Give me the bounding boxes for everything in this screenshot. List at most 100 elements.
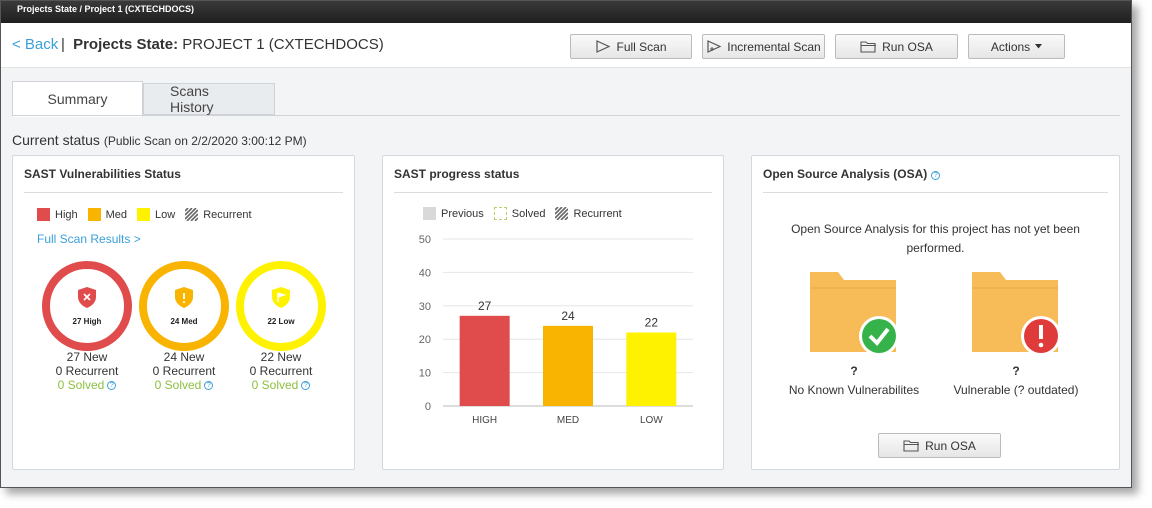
- help-icon[interactable]: ?: [107, 381, 117, 391]
- actions-label: Actions: [990, 39, 1031, 54]
- x-tick-label: HIGH: [472, 415, 497, 426]
- med-severity-ring: 24 Med: [139, 261, 229, 351]
- low-recurrent-count: 0 Recurrent: [249, 364, 313, 378]
- y-tick-label: 20: [419, 334, 431, 346]
- severity-legend: High Med Low Recurrent: [37, 208, 256, 221]
- shield-flag-icon: [272, 287, 290, 308]
- legend-high: High: [37, 208, 78, 221]
- med-solved-label: 0 Solved: [154, 378, 202, 392]
- high-solved-label: 0 Solved: [57, 378, 105, 392]
- back-link[interactable]: < Back: [12, 36, 58, 53]
- vulnerable-label: Vulnerable (? outdated): [953, 383, 1079, 397]
- sast-status-panel: SAST Vulnerabilities Status High Med Low: [12, 155, 355, 470]
- y-tick-label: 50: [419, 234, 431, 246]
- y-tick-label: 10: [419, 368, 431, 380]
- panel-divider: [394, 192, 712, 193]
- med-recurrent-count: 0 Recurrent: [152, 364, 216, 378]
- legend-recurrent-label: Recurrent: [203, 208, 252, 221]
- osa-title-label: Open Source Analysis (OSA): [763, 167, 928, 181]
- tab-scans-history[interactable]: Scans History: [143, 83, 275, 115]
- osa-title: Open Source Analysis (OSA)?: [763, 167, 941, 181]
- info-icon[interactable]: ?: [931, 171, 941, 180]
- folder-check-icon: [810, 272, 899, 356]
- low-severity-ring: 22 Low: [236, 261, 326, 351]
- data-label: 22: [645, 316, 659, 330]
- bar-med: [543, 325, 593, 406]
- current-status: Current status (Public Scan on 2/2/2020 …: [12, 132, 307, 148]
- full-scan-button[interactable]: Full Scan: [570, 34, 692, 59]
- window-title: Projects State / Project 1 (CXTECHDOCS): [17, 4, 195, 14]
- actions-dropdown[interactable]: Actions: [968, 34, 1065, 59]
- low-counts: 22 New 0 Recurrent 0 Solved?: [236, 350, 326, 392]
- legend-solved-label: Solved: [511, 207, 546, 220]
- osa-run-button[interactable]: Run OSA: [878, 433, 1001, 458]
- tab-summary[interactable]: Summary: [12, 81, 143, 117]
- page-title: | Projects State: PROJECT 1 (CXTECHDOCS): [61, 36, 384, 53]
- legend-solved-swatch: [493, 207, 507, 220]
- legend-low: Low: [137, 208, 175, 221]
- main-content: Summary Scans History Current status (Pu…: [1, 68, 1131, 487]
- legend-high-label: High: [55, 208, 78, 221]
- vulnerable-value: ?: [1012, 364, 1020, 378]
- incremental-play-icon: [707, 40, 722, 53]
- play-icon: [596, 40, 611, 53]
- legend-med: Med: [87, 208, 128, 221]
- folder-icon: [903, 440, 920, 452]
- legend-solved: Solved: [493, 207, 546, 220]
- legend-recurrent: Recurrent: [185, 208, 252, 221]
- med-new-count: 24 New: [163, 350, 205, 364]
- osa-panel: Open Source Analysis (OSA)? Open Source …: [751, 155, 1120, 470]
- high-new-count: 27 New: [66, 350, 108, 364]
- status-detail: (Public Scan on 2/2/2020 3:00:12 PM): [103, 134, 307, 148]
- status-label: Current status: [12, 132, 100, 148]
- panel-divider: [24, 192, 343, 193]
- folder-icon: [860, 41, 877, 53]
- legend-previous: Previous: [423, 207, 484, 220]
- striped-icon: [555, 207, 569, 220]
- sast-progress-panel: SAST progress status Previous Solved Rec…: [382, 155, 724, 470]
- data-label: 27: [478, 299, 492, 313]
- osa-message: Open Source Analysis for this project ha…: [791, 222, 1080, 255]
- osa-run-label: Run OSA: [925, 438, 976, 453]
- title-prefix: Projects State:: [73, 36, 179, 53]
- full-scan-results-link[interactable]: Full Scan Results >: [37, 232, 141, 246]
- no-known-label: No Known Vulnerabilites: [788, 383, 920, 397]
- panel-divider: [763, 192, 1108, 193]
- y-tick-label: 0: [425, 401, 431, 413]
- incremental-scan-button[interactable]: Incremental Scan: [702, 34, 825, 59]
- low-solved-count: 0 Solved?: [236, 378, 326, 392]
- sast-status-title: SAST Vulnerabilities Status: [24, 167, 181, 181]
- legend-recurrent-label: Recurrent: [573, 207, 622, 220]
- folder-alert-icon: [972, 272, 1061, 356]
- high-ring-label: 27 High: [72, 317, 102, 326]
- run-osa-label: Run OSA: [882, 39, 933, 54]
- caret-down-icon: [1035, 44, 1043, 49]
- low-solved-label: 0 Solved: [251, 378, 299, 392]
- shield-x-icon: [78, 287, 96, 308]
- tab-scans-history-label: Scans History: [170, 83, 214, 115]
- data-label: 24: [561, 309, 575, 323]
- tab-bar: Summary Scans History: [12, 81, 275, 117]
- low-new-count: 22 New: [260, 350, 302, 364]
- legend-previous-label: Previous: [441, 207, 484, 220]
- x-tick-label: MED: [557, 415, 579, 426]
- legend-high-swatch: [37, 208, 50, 221]
- shield-exclamation-icon: [175, 287, 193, 308]
- legend-med-label: Med: [105, 208, 128, 221]
- run-osa-button[interactable]: Run OSA: [835, 34, 958, 59]
- help-icon[interactable]: ?: [301, 381, 311, 391]
- tab-divider: [12, 115, 1120, 116]
- legend-med-swatch: [87, 208, 101, 221]
- legend-previous-swatch: [423, 207, 436, 220]
- legend-recurrent: Recurrent: [555, 207, 622, 220]
- tab-summary-label: Summary: [47, 91, 108, 107]
- high-severity-ring: 27 High: [42, 261, 132, 351]
- project-name: PROJECT 1 (CXTECHDOCS): [182, 36, 384, 53]
- low-ring-label: 22 Low: [267, 317, 295, 326]
- legend-low-label: Low: [155, 208, 176, 221]
- high-solved-count: 0 Solved?: [42, 378, 132, 392]
- help-icon[interactable]: ?: [204, 381, 214, 391]
- incremental-scan-label: Incremental Scan: [727, 39, 821, 54]
- y-tick-label: 40: [419, 267, 431, 279]
- sast-progress-title: SAST progress status: [394, 167, 520, 181]
